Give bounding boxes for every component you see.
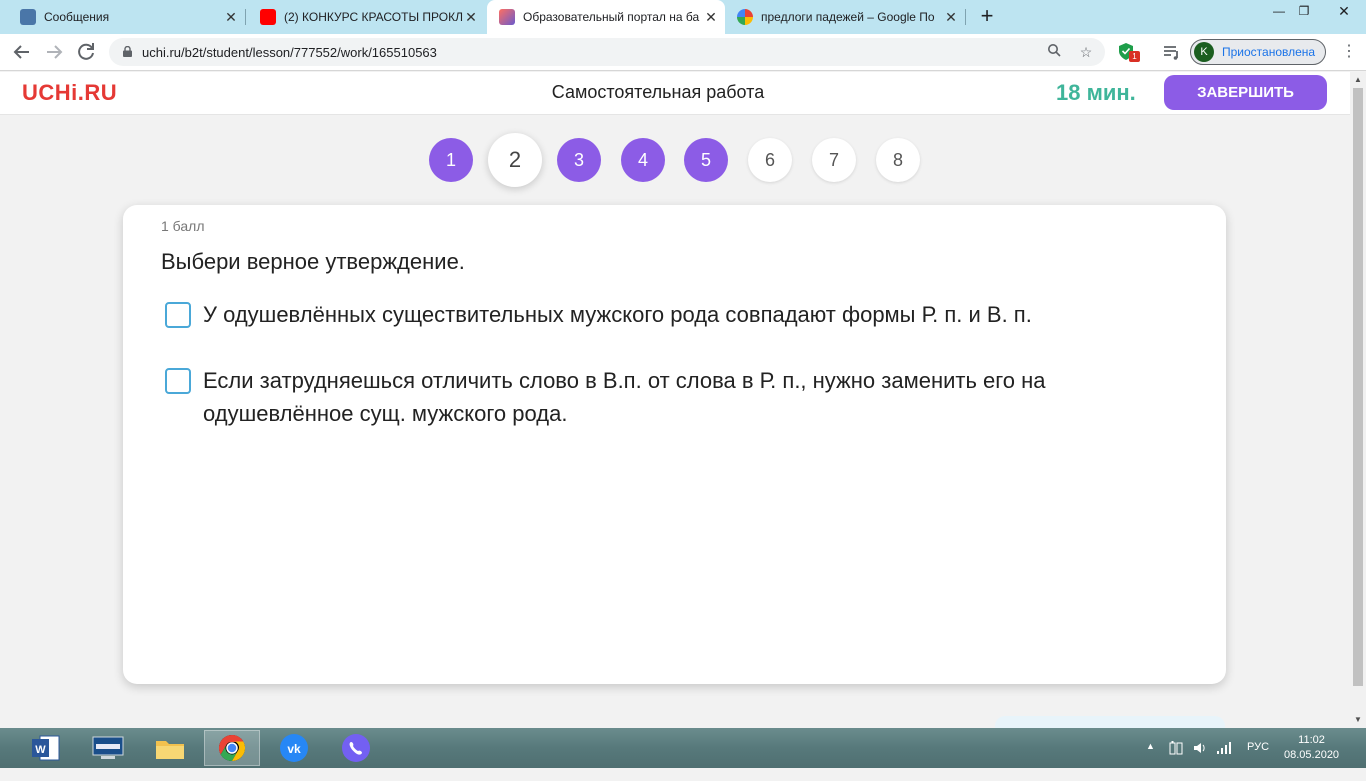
taskbar-clock[interactable]: 11:02 08.05.2020 bbox=[1284, 733, 1339, 763]
timer: 18 мин. bbox=[1056, 80, 1136, 105]
tray-expand-icon[interactable]: ▲ bbox=[1146, 741, 1155, 781]
zoom-icon[interactable] bbox=[1044, 42, 1064, 62]
question-nav-item-5[interactable]: 5 bbox=[684, 138, 728, 182]
answer-option-text[interactable]: У одушевлённых существительных мужского … bbox=[203, 298, 1103, 331]
task-points: 1 балл bbox=[161, 218, 205, 234]
reload-icon bbox=[78, 43, 94, 60]
taskbar-explorer[interactable] bbox=[142, 730, 198, 766]
viber-icon bbox=[342, 734, 370, 762]
signal-bars-icon bbox=[1217, 742, 1231, 754]
extension-badge: 1 bbox=[1129, 51, 1140, 62]
tab-google[interactable]: предлоги падежей – Google По ✕ bbox=[727, 0, 965, 34]
uchi-favicon-icon bbox=[499, 9, 515, 25]
restore-button[interactable]: ❐ bbox=[1287, 0, 1321, 22]
tab-uchi-active[interactable]: Образовательный портал на ба ✕ bbox=[487, 0, 725, 34]
answer-checkbox-2[interactable] bbox=[165, 368, 191, 394]
speaker-icon bbox=[1194, 743, 1205, 753]
close-icon[interactable]: ✕ bbox=[463, 9, 479, 26]
youtube-icon bbox=[260, 9, 276, 25]
tray-volume-icon[interactable] bbox=[1192, 740, 1208, 780]
question-nav-item-8[interactable]: 8 bbox=[876, 138, 920, 182]
task-card: 1 балл Выбери верное утверждение. У одуш… bbox=[123, 205, 1226, 684]
tab-messages[interactable]: Сообщения ✕ bbox=[0, 0, 245, 34]
tab-title: (2) КОНКУРС КРАСОТЫ ПРОКЛЯ bbox=[284, 10, 463, 24]
question-nav-item-3[interactable]: 3 bbox=[557, 138, 601, 182]
window-close-button[interactable]: ✕ bbox=[1322, 0, 1366, 22]
back-button[interactable] bbox=[10, 40, 34, 64]
folder-icon bbox=[156, 741, 184, 759]
browser-toolbar: uchi.ru/b2t/student/lesson/777552/work/1… bbox=[0, 34, 1366, 71]
page-scrollbar[interactable]: ▲ ▼ bbox=[1350, 72, 1366, 728]
browser-tab-bar: Сообщения ✕ (2) КОНКУРС КРАСОТЫ ПРОКЛЯ ✕… bbox=[0, 0, 1366, 34]
magnifier-icon bbox=[1048, 44, 1061, 57]
answer-checkbox-1[interactable] bbox=[165, 302, 191, 328]
word-icon: W bbox=[32, 735, 60, 761]
question-text: Выбери верное утверждение. bbox=[161, 249, 465, 274]
url-text: uchi.ru/b2t/student/lesson/777552/work/1… bbox=[142, 45, 437, 60]
close-icon[interactable]: ✕ bbox=[943, 9, 959, 26]
question-nav-item-2[interactable]: 2 bbox=[488, 133, 542, 187]
tab-title: Образовательный портал на ба bbox=[523, 10, 700, 24]
media-control-icon[interactable] bbox=[1162, 42, 1182, 62]
close-icon[interactable]: ✕ bbox=[703, 9, 719, 26]
arrow-left-icon bbox=[13, 45, 29, 59]
tab-youtube[interactable]: (2) КОНКУРС КРАСОТЫ ПРОКЛЯ ✕ bbox=[246, 0, 485, 34]
google-icon bbox=[737, 9, 753, 25]
tab-separator bbox=[965, 9, 966, 25]
taskbar-lenovo[interactable] bbox=[80, 730, 136, 766]
scroll-thumb[interactable] bbox=[1353, 88, 1363, 686]
close-icon[interactable]: ✕ bbox=[223, 9, 239, 26]
scroll-down-icon[interactable]: ▼ bbox=[1350, 712, 1366, 728]
arrow-right-icon bbox=[47, 45, 63, 59]
tray-language[interactable]: РУС bbox=[1247, 741, 1269, 781]
question-nav-item-1[interactable]: 1 bbox=[429, 138, 473, 182]
battery-icon bbox=[1169, 741, 1183, 755]
tray-network-icon[interactable] bbox=[1216, 740, 1232, 780]
answer-option-1[interactable]: У одушевлённых существительных мужского … bbox=[165, 302, 1103, 331]
extension-shield-icon[interactable]: 1 bbox=[1118, 42, 1140, 62]
lenovo-icon bbox=[92, 736, 124, 759]
profile-button[interactable]: K Приостановлена bbox=[1190, 39, 1326, 65]
svg-text:vk: vk bbox=[287, 742, 301, 756]
chrome-icon bbox=[218, 734, 246, 762]
taskbar-viber[interactable] bbox=[328, 730, 384, 766]
sync-status: Приостановлена bbox=[1222, 45, 1316, 59]
scroll-up-icon[interactable]: ▲ bbox=[1350, 72, 1366, 88]
avatar: K bbox=[1194, 42, 1214, 62]
address-bar[interactable]: uchi.ru/b2t/student/lesson/777552/work/1… bbox=[109, 38, 1105, 66]
bookmark-star-icon[interactable]: ☆ bbox=[1076, 42, 1096, 62]
clock-time: 11:02 bbox=[1298, 734, 1325, 746]
svg-text:W: W bbox=[35, 744, 46, 756]
forward-button[interactable] bbox=[42, 40, 66, 64]
new-tab-button[interactable]: + bbox=[975, 5, 999, 29]
question-nav-item-7[interactable]: 7 bbox=[812, 138, 856, 182]
answer-option-text[interactable]: Если затрудняешься отличить слово в В.п.… bbox=[203, 364, 1103, 430]
question-nav-item-6[interactable]: 6 bbox=[748, 138, 792, 182]
lock-icon bbox=[123, 46, 132, 57]
vk-icon: vk bbox=[280, 734, 308, 762]
tab-title: предлоги падежей – Google По bbox=[761, 10, 935, 24]
taskbar-chrome[interactable] bbox=[204, 730, 260, 766]
windows-taskbar: W vk ▲ РУС 11:02 08.05.2020 bbox=[0, 728, 1366, 768]
clock-date: 08.05.2020 bbox=[1284, 749, 1340, 761]
tray-power-icon[interactable] bbox=[1168, 740, 1184, 780]
question-nav-item-4[interactable]: 4 bbox=[621, 138, 665, 182]
vk-messages-icon bbox=[20, 9, 36, 25]
playlist-icon bbox=[1164, 46, 1178, 60]
answer-option-2[interactable]: Если затрудняешься отличить слово в В.п.… bbox=[165, 368, 1103, 430]
taskbar-word[interactable]: W bbox=[18, 730, 74, 766]
browser-menu-icon[interactable]: ⋮ bbox=[1341, 40, 1357, 64]
finish-button[interactable]: ЗАВЕРШИТЬ bbox=[1164, 75, 1327, 110]
site-header: UCHi.RU Самостоятельная работа 18 мин. З… bbox=[0, 72, 1350, 115]
taskbar-vk[interactable]: vk bbox=[266, 730, 322, 766]
reload-button[interactable] bbox=[74, 40, 98, 64]
tab-title: Сообщения bbox=[44, 10, 110, 24]
